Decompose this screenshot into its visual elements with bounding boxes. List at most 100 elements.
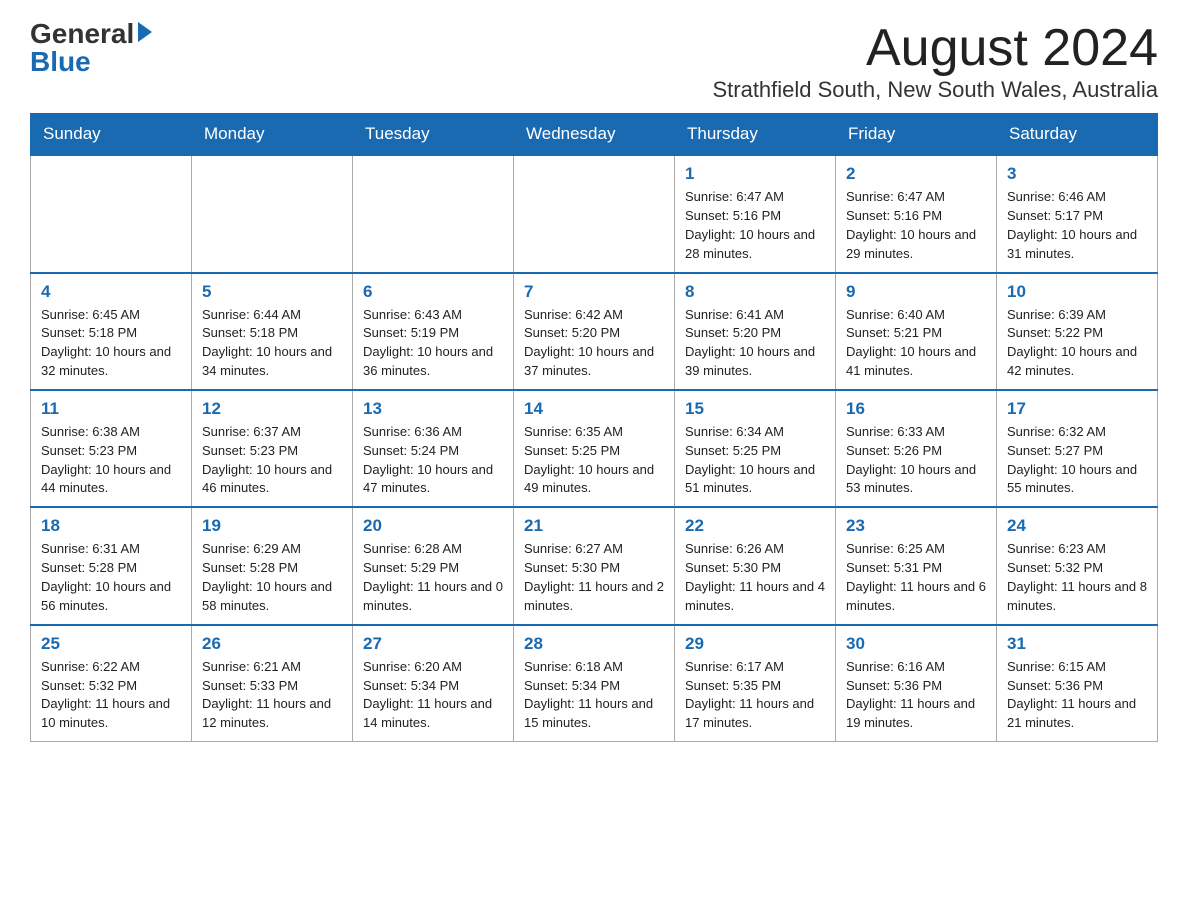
- calendar-header-tuesday: Tuesday: [353, 114, 514, 156]
- day-number: 21: [524, 516, 664, 536]
- day-number: 9: [846, 282, 986, 302]
- calendar-cell: 11 Sunrise: 6:38 AMSunset: 5:23 PMDayligh…: [31, 390, 192, 507]
- day-info: Sunrise: 6:18 AMSunset: 5:34 PMDaylight:…: [524, 658, 664, 733]
- calendar-table: SundayMondayTuesdayWednesdayThursdayFrid…: [30, 113, 1158, 742]
- day-info: Sunrise: 6:15 AMSunset: 5:36 PMDaylight:…: [1007, 658, 1147, 733]
- day-info: Sunrise: 6:45 AMSunset: 5:18 PMDaylight:…: [41, 306, 181, 381]
- calendar-header-friday: Friday: [836, 114, 997, 156]
- calendar-cell: 14 Sunrise: 6:35 AMSunset: 5:25 PMDayligh…: [514, 390, 675, 507]
- day-info: Sunrise: 6:29 AMSunset: 5:28 PMDaylight:…: [202, 540, 342, 615]
- calendar-cell: 27 Sunrise: 6:20 AMSunset: 5:34 PMDayligh…: [353, 625, 514, 742]
- day-info: Sunrise: 6:44 AMSunset: 5:18 PMDaylight:…: [202, 306, 342, 381]
- day-number: 12: [202, 399, 342, 419]
- day-info: Sunrise: 6:41 AMSunset: 5:20 PMDaylight:…: [685, 306, 825, 381]
- logo-blue: Blue: [30, 48, 91, 76]
- day-info: Sunrise: 6:42 AMSunset: 5:20 PMDaylight:…: [524, 306, 664, 381]
- day-number: 23: [846, 516, 986, 536]
- calendar-cell: 13 Sunrise: 6:36 AMSunset: 5:24 PMDayligh…: [353, 390, 514, 507]
- calendar-cell: 22 Sunrise: 6:26 AMSunset: 5:30 PMDayligh…: [675, 507, 836, 624]
- month-title: August 2024: [712, 20, 1158, 77]
- calendar-header-saturday: Saturday: [997, 114, 1158, 156]
- day-info: Sunrise: 6:38 AMSunset: 5:23 PMDaylight:…: [41, 423, 181, 498]
- calendar-cell: [31, 155, 192, 272]
- day-number: 20: [363, 516, 503, 536]
- day-info: Sunrise: 6:47 AMSunset: 5:16 PMDaylight:…: [685, 188, 825, 263]
- calendar-cell: 19 Sunrise: 6:29 AMSunset: 5:28 PMDayligh…: [192, 507, 353, 624]
- day-number: 2: [846, 164, 986, 184]
- day-number: 1: [685, 164, 825, 184]
- page-header: General Blue August 2024 Strathfield Sou…: [30, 20, 1158, 103]
- calendar-week-row: 25 Sunrise: 6:22 AMSunset: 5:32 PMDayligh…: [31, 625, 1158, 742]
- calendar-week-row: 4 Sunrise: 6:45 AMSunset: 5:18 PMDaylight…: [31, 273, 1158, 390]
- day-number: 15: [685, 399, 825, 419]
- calendar-cell: 2 Sunrise: 6:47 AMSunset: 5:16 PMDaylight…: [836, 155, 997, 272]
- location-title: Strathfield South, New South Wales, Aust…: [712, 77, 1158, 103]
- calendar-cell: 25 Sunrise: 6:22 AMSunset: 5:32 PMDayligh…: [31, 625, 192, 742]
- day-info: Sunrise: 6:31 AMSunset: 5:28 PMDaylight:…: [41, 540, 181, 615]
- calendar-cell: 8 Sunrise: 6:41 AMSunset: 5:20 PMDaylight…: [675, 273, 836, 390]
- calendar-cell: 15Sunrise: 6:34 AMSunset: 5:25 PMDayligh…: [675, 390, 836, 507]
- day-number: 19: [202, 516, 342, 536]
- day-info: Sunrise: 6:17 AMSunset: 5:35 PMDaylight:…: [685, 658, 825, 733]
- logo: General Blue: [30, 20, 152, 76]
- day-info: Sunrise: 6:33 AMSunset: 5:26 PMDaylight:…: [846, 423, 986, 498]
- day-number: 7: [524, 282, 664, 302]
- calendar-cell: 10Sunrise: 6:39 AMSunset: 5:22 PMDayligh…: [997, 273, 1158, 390]
- calendar-cell: 28 Sunrise: 6:18 AMSunset: 5:34 PMDayligh…: [514, 625, 675, 742]
- day-number: 17: [1007, 399, 1147, 419]
- day-number: 10: [1007, 282, 1147, 302]
- day-number: 29: [685, 634, 825, 654]
- day-number: 27: [363, 634, 503, 654]
- calendar-cell: [514, 155, 675, 272]
- day-info: Sunrise: 6:16 AMSunset: 5:36 PMDaylight:…: [846, 658, 986, 733]
- calendar-cell: 9 Sunrise: 6:40 AMSunset: 5:21 PMDaylight…: [836, 273, 997, 390]
- calendar-cell: 4 Sunrise: 6:45 AMSunset: 5:18 PMDaylight…: [31, 273, 192, 390]
- day-number: 16: [846, 399, 986, 419]
- calendar-cell: 18 Sunrise: 6:31 AMSunset: 5:28 PMDayligh…: [31, 507, 192, 624]
- day-number: 14: [524, 399, 664, 419]
- day-number: 8: [685, 282, 825, 302]
- calendar-header-thursday: Thursday: [675, 114, 836, 156]
- day-number: 4: [41, 282, 181, 302]
- day-info: Sunrise: 6:36 AMSunset: 5:24 PMDaylight:…: [363, 423, 503, 498]
- calendar-cell: 12 Sunrise: 6:37 AMSunset: 5:23 PMDayligh…: [192, 390, 353, 507]
- day-info: Sunrise: 6:20 AMSunset: 5:34 PMDaylight:…: [363, 658, 503, 733]
- calendar-week-row: 1 Sunrise: 6:47 AMSunset: 5:16 PMDaylight…: [31, 155, 1158, 272]
- calendar-cell: 24 Sunrise: 6:23 AMSunset: 5:32 PMDayligh…: [997, 507, 1158, 624]
- calendar-cell: 7 Sunrise: 6:42 AMSunset: 5:20 PMDaylight…: [514, 273, 675, 390]
- calendar-week-row: 11 Sunrise: 6:38 AMSunset: 5:23 PMDayligh…: [31, 390, 1158, 507]
- day-number: 22: [685, 516, 825, 536]
- day-info: Sunrise: 6:32 AMSunset: 5:27 PMDaylight:…: [1007, 423, 1147, 498]
- day-info: Sunrise: 6:35 AMSunset: 5:25 PMDaylight:…: [524, 423, 664, 498]
- day-info: Sunrise: 6:26 AMSunset: 5:30 PMDaylight:…: [685, 540, 825, 615]
- day-info: Sunrise: 6:28 AMSunset: 5:29 PMDaylight:…: [363, 540, 503, 615]
- day-number: 18: [41, 516, 181, 536]
- calendar-week-row: 18 Sunrise: 6:31 AMSunset: 5:28 PMDayligh…: [31, 507, 1158, 624]
- day-number: 30: [846, 634, 986, 654]
- day-info: Sunrise: 6:47 AMSunset: 5:16 PMDaylight:…: [846, 188, 986, 263]
- calendar-header-wednesday: Wednesday: [514, 114, 675, 156]
- calendar-cell: 17 Sunrise: 6:32 AMSunset: 5:27 PMDayligh…: [997, 390, 1158, 507]
- day-number: 3: [1007, 164, 1147, 184]
- day-number: 13: [363, 399, 503, 419]
- calendar-header-row: SundayMondayTuesdayWednesdayThursdayFrid…: [31, 114, 1158, 156]
- calendar-cell: 20 Sunrise: 6:28 AMSunset: 5:29 PMDayligh…: [353, 507, 514, 624]
- calendar-cell: [353, 155, 514, 272]
- day-number: 25: [41, 634, 181, 654]
- day-info: Sunrise: 6:37 AMSunset: 5:23 PMDaylight:…: [202, 423, 342, 498]
- day-number: 11: [41, 399, 181, 419]
- calendar-cell: 26Sunrise: 6:21 AMSunset: 5:33 PMDayligh…: [192, 625, 353, 742]
- day-info: Sunrise: 6:43 AMSunset: 5:19 PMDaylight:…: [363, 306, 503, 381]
- day-number: 24: [1007, 516, 1147, 536]
- day-number: 5: [202, 282, 342, 302]
- calendar-cell: 21Sunrise: 6:27 AMSunset: 5:30 PMDayligh…: [514, 507, 675, 624]
- calendar-header-sunday: Sunday: [31, 114, 192, 156]
- day-info: Sunrise: 6:46 AMSunset: 5:17 PMDaylight:…: [1007, 188, 1147, 263]
- day-number: 31: [1007, 634, 1147, 654]
- calendar-cell: 5 Sunrise: 6:44 AMSunset: 5:18 PMDaylight…: [192, 273, 353, 390]
- day-info: Sunrise: 6:22 AMSunset: 5:32 PMDaylight:…: [41, 658, 181, 733]
- day-number: 28: [524, 634, 664, 654]
- day-info: Sunrise: 6:23 AMSunset: 5:32 PMDaylight:…: [1007, 540, 1147, 615]
- day-number: 26: [202, 634, 342, 654]
- day-info: Sunrise: 6:40 AMSunset: 5:21 PMDaylight:…: [846, 306, 986, 381]
